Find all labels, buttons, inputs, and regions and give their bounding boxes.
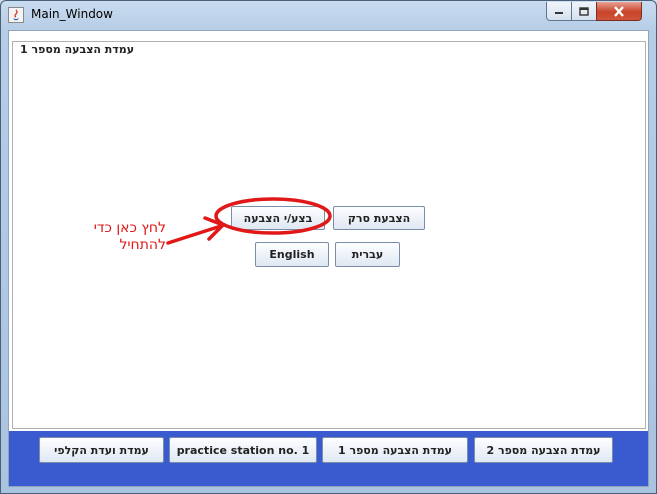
highlight-ellipse	[214, 197, 332, 235]
annotation-overlay	[166, 197, 332, 245]
